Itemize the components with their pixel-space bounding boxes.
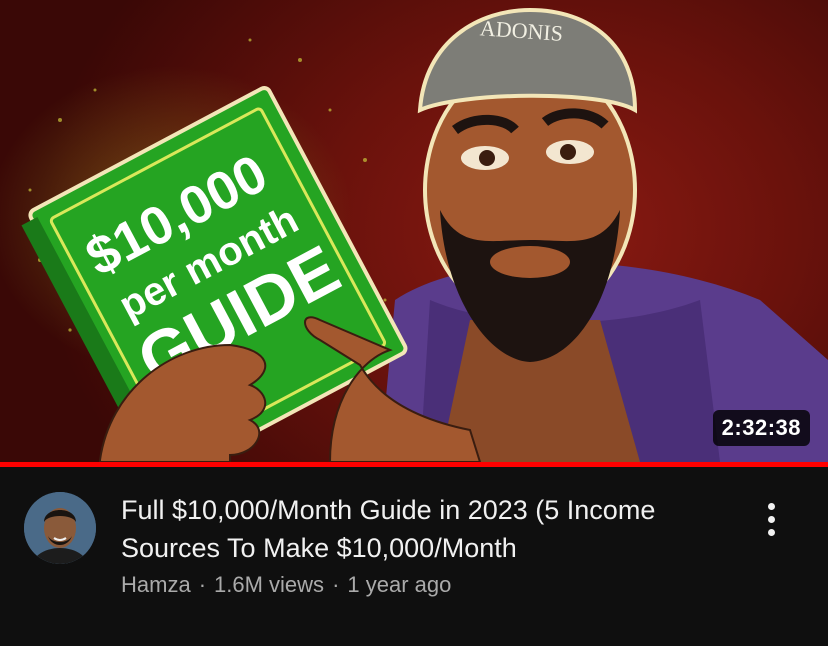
- video-metadata: Hamza · 1.6M views · 1 year ago: [121, 571, 451, 599]
- video-duration-badge: 2:32:38: [712, 410, 810, 446]
- more-options-button[interactable]: [756, 497, 786, 541]
- separator-dot: ·: [198, 572, 207, 597]
- view-count: 1.6M views: [214, 572, 325, 597]
- channel-avatar[interactable]: [24, 492, 96, 564]
- channel-name[interactable]: Hamza: [121, 572, 191, 597]
- video-title[interactable]: Full $10,000/Month Guide in 2023 (5 Inco…: [121, 491, 731, 567]
- avatar-image: [24, 492, 96, 564]
- more-vertical-icon-dot: [767, 515, 775, 523]
- upload-age: 1 year ago: [347, 572, 452, 597]
- more-vertical-icon-dot: [767, 528, 775, 536]
- thumbnail-illustration: ADONIS $10,000 per month GUIDE: [21, 7, 828, 462]
- more-vertical-icon: [767, 502, 775, 510]
- video-thumbnail[interactable]: ADONIS $10,000 per month GUIDE 2:32:38: [0, 0, 828, 462]
- video-details: Full $10,000/Month Guide in 2023 (5 Inco…: [0, 467, 828, 646]
- separator-dot: ·: [332, 572, 340, 597]
